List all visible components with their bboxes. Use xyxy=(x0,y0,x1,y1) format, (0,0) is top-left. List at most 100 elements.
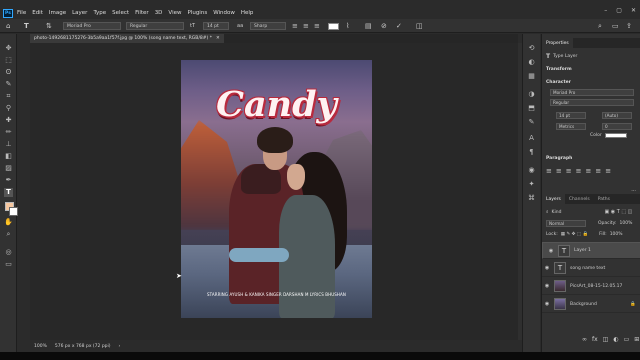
tab-channels[interactable]: Channels xyxy=(565,194,594,204)
para-align-left-icon[interactable]: ≡ xyxy=(546,167,552,175)
screen-mode-icon[interactable]: ▭ xyxy=(4,260,13,269)
move-tool-icon[interactable]: ✥ xyxy=(4,44,13,53)
justify-right-icon[interactable]: ≡ xyxy=(595,167,601,175)
character-tracking[interactable]: 0 xyxy=(602,123,632,130)
character-font-family[interactable]: Moriad Pro xyxy=(550,89,634,96)
swatches-icon[interactable]: ▦ xyxy=(527,72,536,81)
font-family-select[interactable]: Moriad Pro xyxy=(63,22,121,30)
link-layers-icon[interactable]: ∞ xyxy=(582,336,587,343)
libraries-icon[interactable]: ⬒ xyxy=(527,104,536,113)
shapes-icon[interactable]: ✦ xyxy=(527,180,536,189)
character-panel-icon[interactable]: ▤ xyxy=(365,22,372,30)
layer-name[interactable]: PicsArt_08-15-12.05.17 xyxy=(570,284,622,289)
menu-layer[interactable]: Layer xyxy=(72,10,87,16)
adjustments-icon[interactable]: ◑ xyxy=(527,90,536,99)
document-tab[interactable]: photo-1492681175276-3b5a9aa1f57f.jpg @ 1… xyxy=(30,34,224,43)
character-kerning[interactable]: Metrics xyxy=(556,123,586,130)
hand-tool-icon[interactable]: ✋ xyxy=(4,218,13,227)
character-font-style[interactable]: Regular xyxy=(550,99,634,106)
commit-check-icon[interactable]: ✓ xyxy=(396,22,402,30)
home-icon[interactable]: ⌂ xyxy=(6,22,10,30)
visibility-eye-icon[interactable]: ◉ xyxy=(542,301,552,307)
text-color-swatch[interactable] xyxy=(328,23,339,30)
layer-name[interactable]: song name text xyxy=(570,266,605,271)
workspace-icon[interactable]: ▭ xyxy=(612,22,619,30)
justify-all-icon[interactable]: ≡ xyxy=(605,167,611,175)
toggle-orientation-icon[interactable]: ⇅ xyxy=(46,22,52,30)
layer-row[interactable]: ◉ T song name text xyxy=(542,260,640,277)
quick-mask-icon[interactable]: ◎ xyxy=(4,248,13,257)
type-tool-icon[interactable]: T xyxy=(4,188,13,197)
justify-left-icon[interactable]: ≡ xyxy=(576,167,582,175)
status-arrow-icon[interactable]: › xyxy=(119,344,121,349)
minimize-icon[interactable]: – xyxy=(604,7,607,14)
justify-center-icon[interactable]: ≡ xyxy=(586,167,592,175)
paragraph-section[interactable]: Paragraph xyxy=(546,156,572,161)
menu-3d[interactable]: 3D xyxy=(155,10,163,16)
layer-row[interactable]: ◉ PicsArt_08-15-12.05.17 xyxy=(542,278,640,295)
eyedropper-tool-icon[interactable]: ⚲ xyxy=(4,104,13,113)
menu-filter[interactable]: Filter xyxy=(135,10,149,16)
character-color-swatch[interactable] xyxy=(604,133,627,138)
3d-icon[interactable]: ◫ xyxy=(416,22,423,30)
character-icon[interactable]: A xyxy=(527,134,536,143)
fill-value[interactable]: 100% xyxy=(610,232,623,237)
visibility-eye-icon[interactable]: ◉ xyxy=(546,248,556,254)
canvas-area[interactable]: Candy STARRING AYUSH & KANIKA SINGER DAR… xyxy=(30,43,518,340)
visibility-eye-icon[interactable]: ◉ xyxy=(542,283,552,289)
tab-paths[interactable]: Paths xyxy=(594,194,614,204)
glyphs-icon[interactable]: ◉ xyxy=(527,166,536,175)
close-icon[interactable]: ✕ xyxy=(631,7,636,14)
paths-icon[interactable]: ⌘ xyxy=(527,194,536,203)
maximize-icon[interactable]: ▢ xyxy=(616,7,622,14)
tab-layers[interactable]: Layers xyxy=(542,194,565,204)
layer-filter-kind[interactable]: Kind xyxy=(552,210,562,215)
layer-name[interactable]: Layer 1 xyxy=(574,248,591,253)
cancel-icon[interactable]: ⊘ xyxy=(381,22,387,30)
type-tool-icon[interactable]: T xyxy=(24,22,29,30)
transform-section[interactable]: Transform xyxy=(546,67,572,72)
quick-select-tool-icon[interactable]: ✎ xyxy=(4,80,13,89)
tab-properties[interactable]: Properties xyxy=(542,38,573,48)
pen-tool-icon[interactable]: ✒ xyxy=(4,176,13,185)
menu-type[interactable]: Type xyxy=(93,10,106,16)
song-title-text[interactable]: Candy xyxy=(181,84,372,125)
font-style-select[interactable]: Regular xyxy=(126,22,184,30)
menu-view[interactable]: View xyxy=(168,10,181,16)
layer-row[interactable]: ◉ T Layer 1 xyxy=(542,242,640,259)
layer-row[interactable]: ◉ Background 🔒 xyxy=(542,296,640,313)
font-size-select[interactable]: 14 pt xyxy=(203,22,229,30)
menu-image[interactable]: Image xyxy=(49,10,66,16)
share-icon[interactable]: ⇪ xyxy=(626,22,632,30)
menu-plugins[interactable]: Plugins xyxy=(187,10,207,16)
menu-select[interactable]: Select xyxy=(112,10,129,16)
align-right-icon[interactable]: ≡ xyxy=(314,22,320,30)
group-icon[interactable]: ▭ xyxy=(624,336,630,343)
stamp-tool-icon[interactable]: ⊥ xyxy=(4,140,13,149)
close-tab-icon[interactable]: ✕ xyxy=(216,36,220,41)
new-layer-icon[interactable]: ⊞ xyxy=(634,336,639,343)
lasso-tool-icon[interactable]: ʘ xyxy=(4,68,13,77)
visibility-eye-icon[interactable]: ◉ xyxy=(542,265,552,271)
lock-icons[interactable]: ▦ ✎ ✥ ⬚ 🔒 xyxy=(561,232,588,237)
menu-help[interactable]: Help xyxy=(241,10,254,16)
adjustment-layer-icon[interactable]: ◐ xyxy=(613,336,618,343)
paragraph-icon[interactable]: ¶ xyxy=(527,148,536,157)
opacity-value[interactable]: 100% xyxy=(620,221,633,226)
credits-text-layer[interactable]: STARRING AYUSH & KANIKA SINGER DARSHAN M… xyxy=(181,292,372,297)
menu-file[interactable]: File xyxy=(17,10,26,16)
zoom-tool-icon[interactable]: ⌕ xyxy=(4,230,13,239)
brush-tool-icon[interactable]: ✏ xyxy=(4,128,13,137)
character-font-size[interactable]: 14 pt xyxy=(556,112,586,119)
document-image[interactable]: Candy STARRING AYUSH & KANIKA SINGER DAR… xyxy=(181,60,372,318)
align-left-icon[interactable]: ≡ xyxy=(292,22,298,30)
marquee-tool-icon[interactable]: ⬚ xyxy=(4,56,13,65)
healing-tool-icon[interactable]: ✚ xyxy=(4,116,13,125)
para-align-right-icon[interactable]: ≡ xyxy=(566,167,572,175)
zoom-level[interactable]: 100% xyxy=(34,344,47,349)
history-icon[interactable]: ⟲ xyxy=(527,44,536,53)
gradient-tool-icon[interactable]: ▨ xyxy=(4,164,13,173)
para-align-center-icon[interactable]: ≡ xyxy=(556,167,562,175)
filter-icons[interactable]: ▣ ◉ T ⬚ ◫ xyxy=(604,209,632,215)
antialias-select[interactable]: Sharp xyxy=(250,22,286,30)
